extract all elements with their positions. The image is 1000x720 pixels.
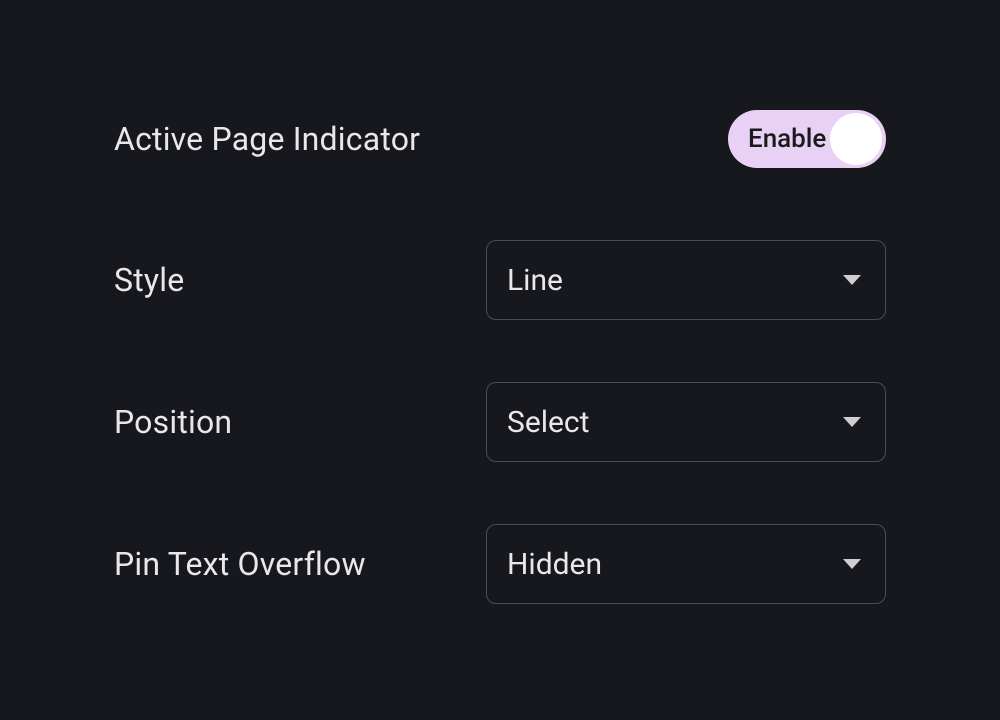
row-position: Position Select [114, 382, 886, 462]
position-select-value: Select [507, 405, 589, 440]
row-style: Style Line [114, 240, 886, 320]
toggle-thumb [830, 113, 882, 165]
pin-text-overflow-select-value: Hidden [507, 547, 602, 582]
chevron-down-icon [843, 275, 861, 285]
position-select[interactable]: Select [486, 382, 886, 462]
active-page-indicator-label: Active Page Indicator [114, 120, 420, 158]
settings-panel: Active Page Indicator Enable Style Line … [0, 0, 1000, 604]
style-select-value: Line [507, 263, 563, 298]
style-select[interactable]: Line [486, 240, 886, 320]
active-page-indicator-toggle[interactable]: Enable [728, 110, 886, 168]
chevron-down-icon [843, 559, 861, 569]
style-label: Style [114, 261, 184, 299]
pin-text-overflow-select[interactable]: Hidden [486, 524, 886, 604]
position-label: Position [114, 403, 232, 441]
toggle-label: Enable [734, 124, 826, 154]
chevron-down-icon [843, 417, 861, 427]
pin-text-overflow-label: Pin Text Overflow [114, 545, 366, 583]
row-pin-text-overflow: Pin Text Overflow Hidden [114, 524, 886, 604]
row-active-page-indicator: Active Page Indicator Enable [114, 110, 886, 168]
